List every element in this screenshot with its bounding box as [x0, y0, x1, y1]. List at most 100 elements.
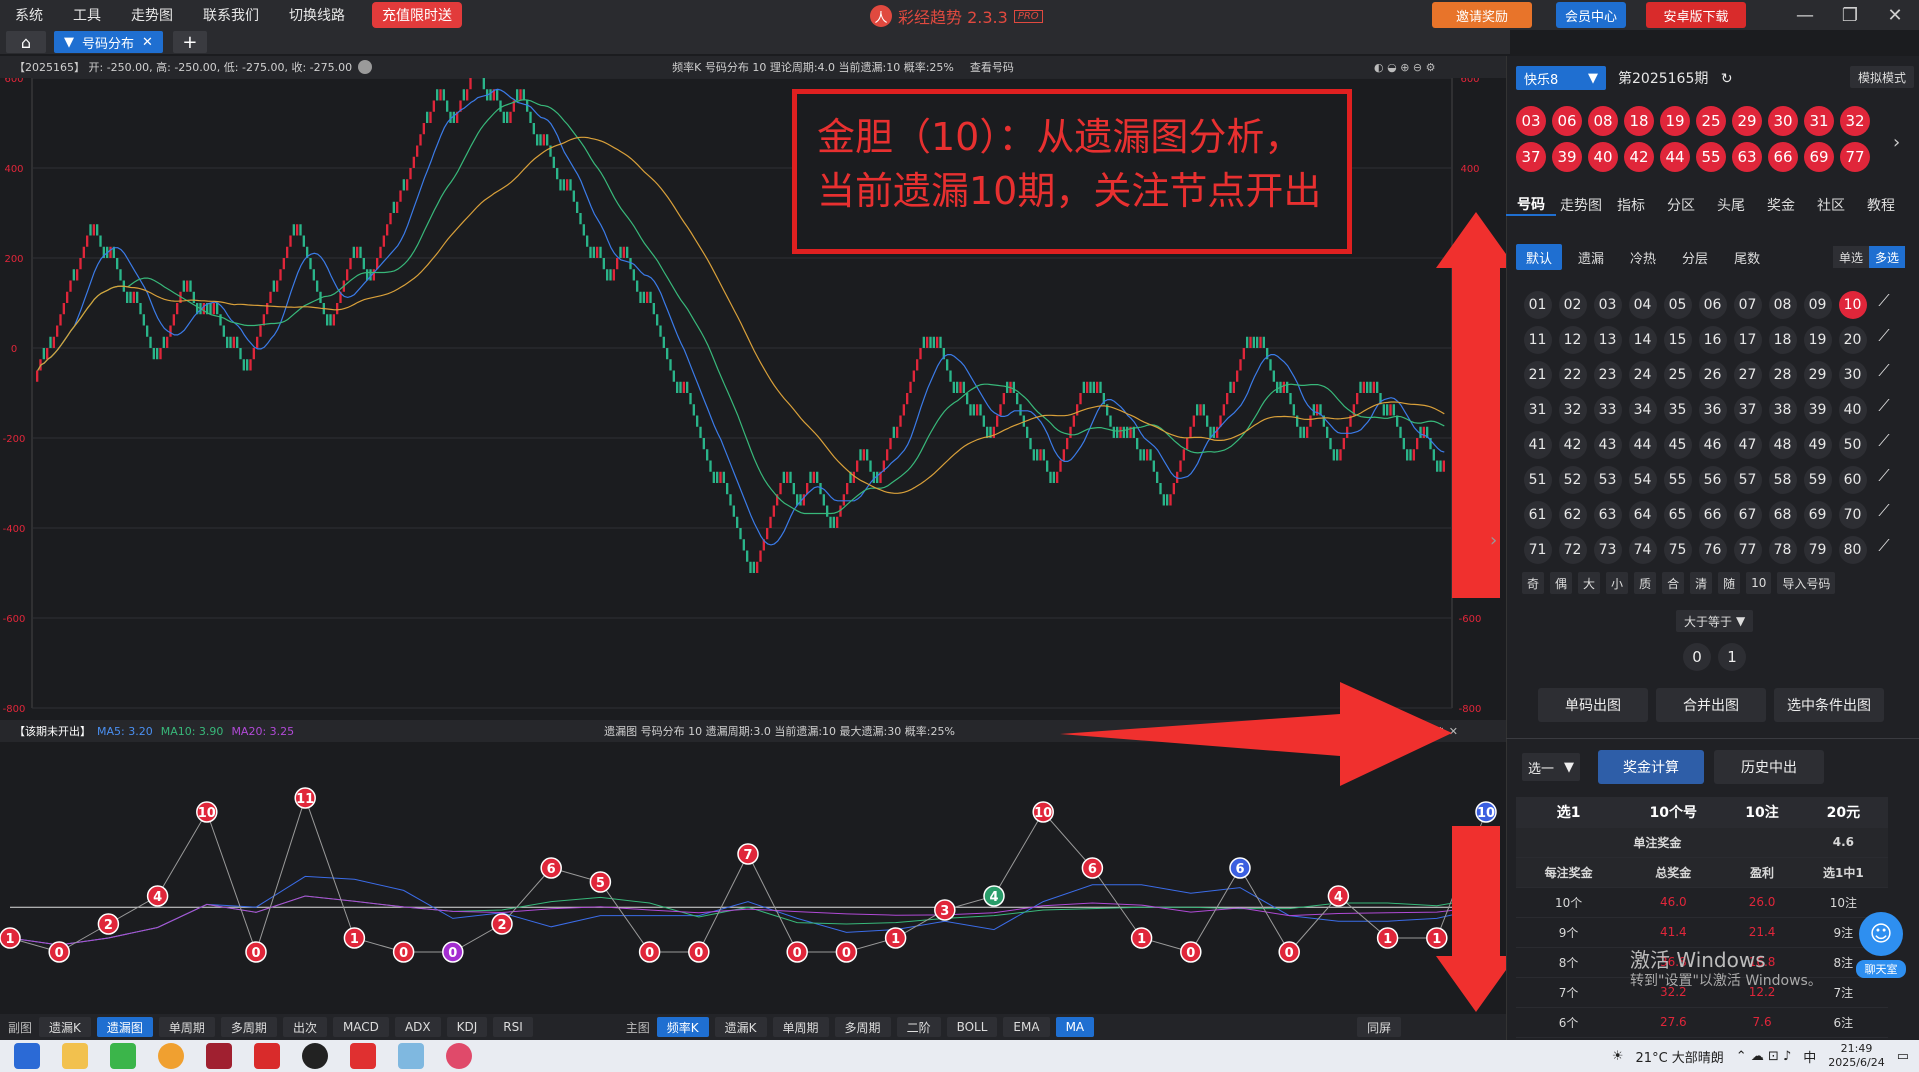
number-ball[interactable]: 12 — [1558, 325, 1587, 354]
quick-filter-button[interactable]: 大 — [1578, 572, 1601, 594]
number-ball[interactable]: 24 — [1628, 360, 1657, 389]
count-option-0[interactable]: 0 — [1683, 643, 1711, 671]
number-ball[interactable]: 65 — [1663, 500, 1692, 529]
quick-filter-button[interactable]: 清 — [1690, 572, 1713, 594]
number-ball[interactable]: 17 — [1733, 325, 1762, 354]
number-ball[interactable]: 54 — [1628, 465, 1657, 494]
sub-tools-icons[interactable]: ⚙ ⚙ ✕ — [1422, 725, 1458, 738]
number-ball[interactable]: 20 — [1838, 325, 1867, 354]
number-ball[interactable]: 04 — [1628, 290, 1657, 319]
menu-item[interactable]: 联系我们 — [188, 5, 274, 25]
number-ball[interactable]: 28 — [1768, 360, 1797, 389]
nav-tab[interactable]: 指标 — [1606, 195, 1656, 215]
sub-tab[interactable]: 冷热 — [1620, 244, 1666, 270]
notes-icon[interactable] — [398, 1043, 424, 1069]
history-hits-button[interactable]: 历史中出 — [1714, 750, 1824, 784]
main-chart-option[interactable]: BOLL — [946, 1017, 998, 1037]
number-ball[interactable]: 46 — [1698, 430, 1727, 459]
clock[interactable]: 21:49 2025/6/24 — [1828, 1042, 1884, 1070]
number-ball[interactable]: 23 — [1593, 360, 1622, 389]
quick-filter-button[interactable]: 质 — [1634, 572, 1657, 594]
main-chart-option[interactable]: EMA — [1003, 1017, 1050, 1037]
quick-filter-button[interactable]: 小 — [1606, 572, 1629, 594]
nav-tab[interactable]: 教程 — [1856, 195, 1906, 215]
wps-icon[interactable] — [350, 1043, 376, 1069]
number-ball[interactable]: 80 — [1838, 535, 1867, 564]
number-ball[interactable]: 74 — [1628, 535, 1657, 564]
sub-tab[interactable]: 分层 — [1672, 244, 1718, 270]
number-ball[interactable]: 40 — [1838, 395, 1867, 424]
number-ball[interactable]: 75 — [1663, 535, 1692, 564]
number-ball[interactable]: 05 — [1663, 290, 1692, 319]
number-ball[interactable]: 61 — [1523, 500, 1552, 529]
refresh-icon[interactable]: ↻ — [1721, 71, 1733, 87]
number-ball[interactable]: 09 — [1803, 290, 1832, 319]
number-ball[interactable]: 13 — [1593, 325, 1622, 354]
number-ball[interactable]: 32 — [1558, 395, 1587, 424]
number-ball[interactable]: 68 — [1768, 500, 1797, 529]
menu-item[interactable]: 走势图 — [116, 5, 188, 25]
quick-filter-button[interactable]: 10 — [1746, 572, 1772, 594]
number-ball[interactable]: 19 — [1803, 325, 1832, 354]
number-ball[interactable]: 39 — [1803, 395, 1832, 424]
main-chart-option[interactable]: 频率K — [656, 1017, 709, 1037]
sub-tab[interactable]: 尾数 — [1724, 244, 1770, 270]
number-ball[interactable]: 56 — [1698, 465, 1727, 494]
sub-chart-option[interactable]: 单周期 — [158, 1017, 215, 1037]
menu-item[interactable]: 工具 — [58, 5, 116, 25]
next-icon[interactable]: › — [1893, 132, 1900, 153]
omission-chart[interactable]: 10241001110 02650 070 0134106106041 110 — [0, 742, 1510, 1012]
close-icon[interactable]: ✕ — [1875, 0, 1915, 30]
menu-item[interactable]: 切换线路 — [274, 5, 360, 25]
count-option-1[interactable]: 1 — [1718, 643, 1746, 671]
number-ball[interactable]: 67 — [1733, 500, 1762, 529]
number-ball[interactable]: 45 — [1663, 430, 1692, 459]
number-ball[interactable]: 37 — [1733, 395, 1762, 424]
file-explorer-icon[interactable] — [62, 1043, 88, 1069]
trend-chart-icon[interactable]: ⟋ — [1870, 392, 1898, 420]
invite-button[interactable]: 邀请奖励 — [1432, 2, 1532, 28]
restore-icon[interactable]: ❐ — [1830, 0, 1870, 30]
number-ball[interactable]: 14 — [1628, 325, 1657, 354]
number-ball[interactable]: 33 — [1593, 395, 1622, 424]
number-ball[interactable]: 27 — [1733, 360, 1762, 389]
member-center-button[interactable]: 会员中心 — [1556, 2, 1626, 28]
lottery-app-icon[interactable] — [254, 1043, 280, 1069]
number-ball[interactable]: 15 — [1663, 325, 1692, 354]
main-chart-option[interactable]: 遗漏K — [714, 1017, 767, 1037]
trend-chart-icon[interactable]: ⟋ — [1870, 357, 1898, 385]
number-ball[interactable]: 30 — [1838, 360, 1867, 389]
sub-tab[interactable]: 默认 — [1516, 244, 1563, 270]
number-ball[interactable]: 62 — [1558, 500, 1587, 529]
number-ball[interactable]: 51 — [1523, 465, 1552, 494]
number-ball[interactable]: 31 — [1523, 395, 1552, 424]
trend-chart-icon[interactable]: ⟋ — [1870, 462, 1898, 490]
pick-select[interactable]: 选一 ▼ — [1522, 753, 1580, 781]
view-numbers-link[interactable]: 查看号码 — [970, 59, 1014, 75]
simulation-mode-button[interactable]: 模拟模式 — [1850, 66, 1915, 88]
minimize-icon[interactable]: — — [1785, 0, 1825, 30]
number-ball[interactable]: 53 — [1593, 465, 1622, 494]
number-ball[interactable]: 35 — [1663, 395, 1692, 424]
number-ball[interactable]: 52 — [1558, 465, 1587, 494]
number-ball[interactable]: 50 — [1838, 430, 1867, 459]
sub-chart-option[interactable]: 遗漏K — [39, 1017, 91, 1037]
number-ball[interactable]: 01 — [1523, 290, 1552, 319]
sub-chart-option[interactable]: 遗漏图 — [96, 1017, 153, 1037]
number-ball[interactable]: 38 — [1768, 395, 1797, 424]
number-ball[interactable]: 08 — [1768, 290, 1797, 319]
number-ball[interactable]: 42 — [1558, 430, 1587, 459]
sub-chart-option[interactable]: ADX — [394, 1017, 441, 1037]
number-ball[interactable]: 58 — [1768, 465, 1797, 494]
trend-chart-icon[interactable]: ⟋ — [1870, 497, 1898, 525]
quick-filter-button[interactable]: 合 — [1662, 572, 1685, 594]
number-ball[interactable]: 22 — [1558, 360, 1587, 389]
collapse-panel-icon[interactable]: › — [1490, 530, 1506, 560]
number-ball[interactable]: 21 — [1523, 360, 1552, 389]
quick-filter-button[interactable]: 导入号码 — [1777, 572, 1836, 594]
trend-chart-icon[interactable]: ⟋ — [1870, 322, 1898, 350]
menu-item[interactable]: 系统 — [0, 5, 58, 25]
number-ball[interactable]: 03 — [1593, 290, 1622, 319]
number-ball[interactable]: 69 — [1803, 500, 1832, 529]
trend-chart-icon[interactable]: ⟋ — [1870, 532, 1898, 560]
